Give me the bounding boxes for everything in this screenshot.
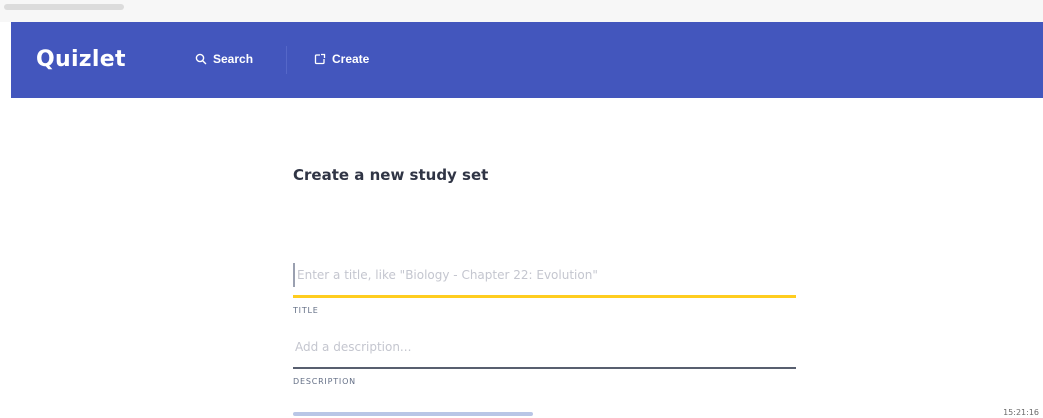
nav-search-label: Search (213, 52, 254, 66)
page-title: Create a new study set (293, 166, 489, 184)
create-icon (314, 53, 326, 65)
top-strip-text (4, 4, 124, 10)
quizlet-logo[interactable]: Quizlet (36, 47, 126, 72)
cut-off-link[interactable] (293, 408, 533, 416)
nav-create-label: Create (332, 52, 370, 66)
nav-divider (286, 46, 287, 74)
cut-off-link-text (293, 412, 533, 416)
search-icon (195, 53, 207, 65)
title-underline (293, 295, 796, 298)
description-label: DESCRIPTION (293, 377, 356, 386)
title-field-group: TITLE (293, 263, 796, 315)
page: Quizlet Search Create Create a new study (0, 0, 1043, 418)
nav-search-button[interactable]: Search (195, 52, 253, 66)
top-navbar: Quizlet Search Create (11, 22, 1043, 98)
title-label: TITLE (293, 306, 319, 315)
timestamp: 15:21:16 (1003, 408, 1039, 417)
description-field-group: DESCRIPTION (293, 335, 796, 386)
description-input[interactable] (293, 335, 796, 359)
description-underline (293, 367, 796, 369)
browser-top-strip (0, 0, 1043, 22)
nav-create-button[interactable]: Create (314, 52, 369, 66)
create-set-form: Create a new study set TITLE DESCRIPTION (293, 98, 813, 418)
title-input[interactable] (293, 263, 796, 287)
